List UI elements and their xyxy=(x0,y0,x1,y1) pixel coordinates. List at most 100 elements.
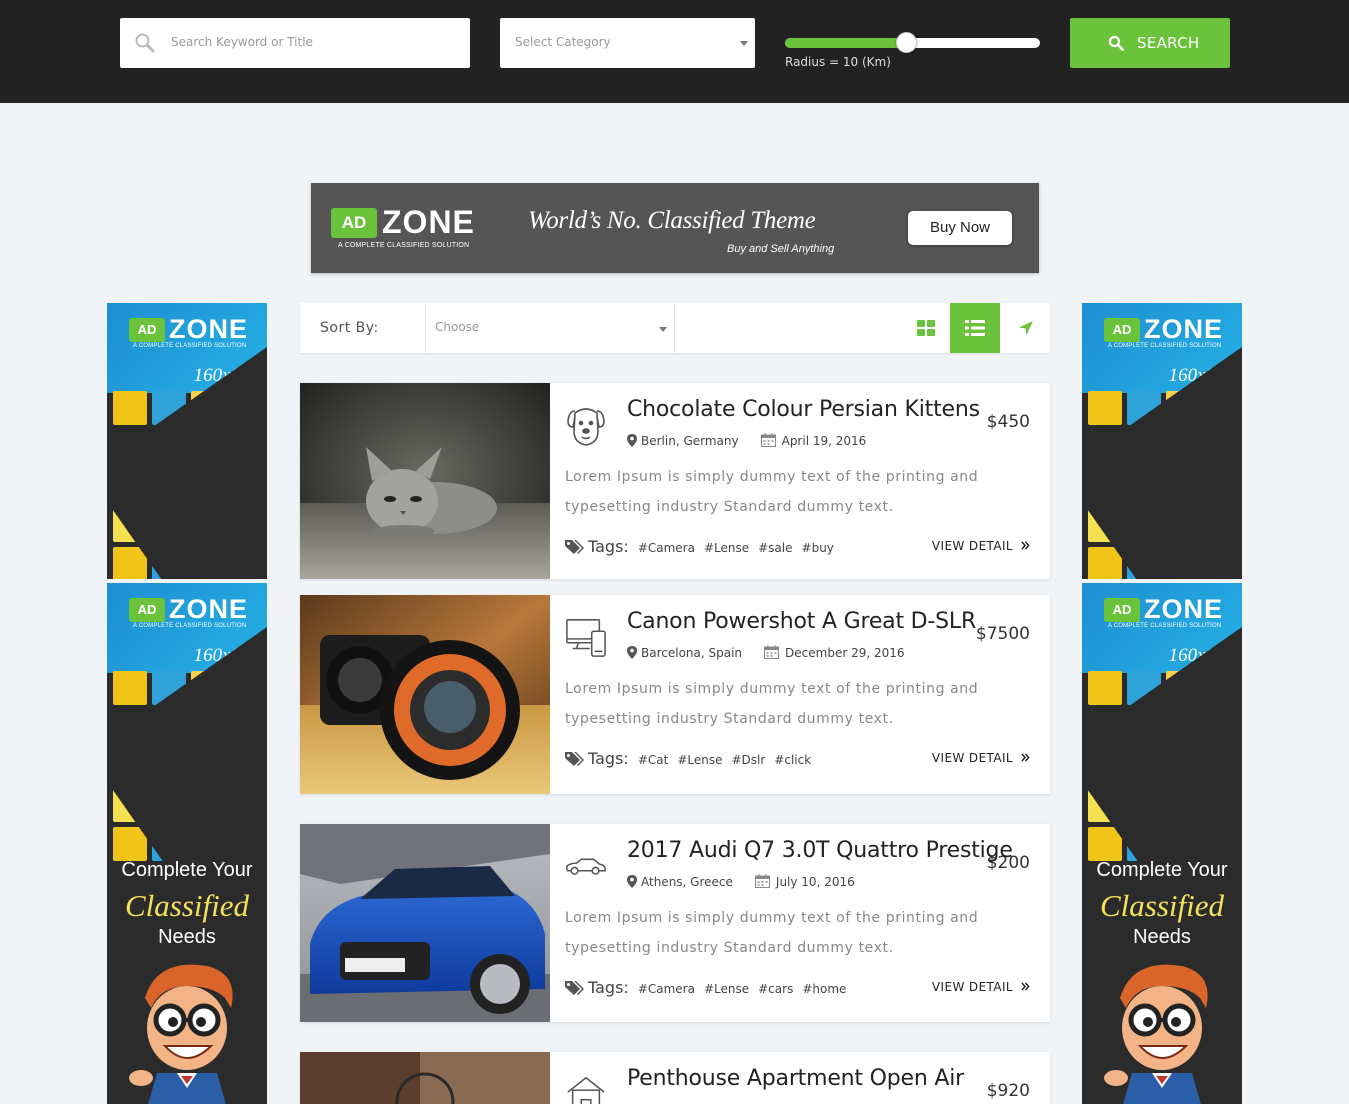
radius-slider-handle[interactable] xyxy=(896,32,917,53)
listing-title[interactable]: 2017 Audi Q7 3.0T Quattro Prestige xyxy=(627,838,1013,863)
appliance-tile xyxy=(113,391,147,425)
appliance-tile xyxy=(113,671,147,705)
tag-link[interactable]: #home xyxy=(802,982,846,996)
view-detail-link[interactable]: VIEW DETAIL xyxy=(932,980,1030,994)
double-chevron-right-icon xyxy=(1021,982,1030,991)
adzone-logo-ad: AD xyxy=(129,318,165,342)
listing-date: July 10, 2016 xyxy=(775,875,855,889)
tag-link[interactable]: #sale xyxy=(758,541,792,555)
listing-price: $450 xyxy=(976,405,1040,440)
listing-location: Barcelona, Spain xyxy=(641,646,743,660)
listing-card[interactable]: $200 2017 Audi Q7 3.0T Quattro Prestige At… xyxy=(300,824,1050,1022)
search-input[interactable]: Search Keyword or Title xyxy=(120,18,470,68)
listing-date: December 29, 2016 xyxy=(785,646,905,660)
radius-slider[interactable] xyxy=(785,32,1040,53)
tag-link[interactable]: #buy xyxy=(802,541,834,555)
tag-link[interactable]: #Dslr xyxy=(731,753,765,767)
tag-link[interactable]: #cars xyxy=(758,982,793,996)
listing-thumbnail[interactable] xyxy=(300,824,550,1022)
category-select[interactable]: Select Category xyxy=(500,18,755,68)
banner-subline: Buy and Sell Anything xyxy=(727,243,835,255)
grid-icon xyxy=(917,320,935,336)
ad-cta-line3: Needs xyxy=(158,926,216,948)
view-detail-link[interactable]: VIEW DETAIL xyxy=(932,751,1030,765)
tag-link[interactable]: #click xyxy=(774,753,811,767)
adzone-logo-tagline: A COMPLETE CLASSIFIED SOLUTION xyxy=(1108,343,1222,349)
mascot-illustration xyxy=(129,964,233,1104)
listing-price: $7500 xyxy=(965,617,1040,652)
adzone-logo-zone: ZONE xyxy=(382,204,475,240)
listing-location: Berlin, Germany xyxy=(641,434,739,448)
sort-select-value: Choose xyxy=(435,320,480,334)
listing-card[interactable]: $7500 Canon Powershot A Great D-SLR Barcel… xyxy=(300,595,1050,794)
dog-icon xyxy=(565,403,607,447)
listing-meta: Barcelona, Spain December 29, 2016 xyxy=(627,645,905,660)
tags-label: Tags: xyxy=(588,537,629,556)
listing-title[interactable]: Penthouse Apartment Open Air xyxy=(627,1066,964,1091)
calendar-icon xyxy=(754,874,770,888)
tag-link[interactable]: #Lense xyxy=(677,753,722,767)
tag-link[interactable]: #Cat xyxy=(638,753,669,767)
adzone-logo-ad: AD xyxy=(129,598,165,622)
tags-label: Tags: xyxy=(588,978,629,997)
tags-icon xyxy=(565,752,584,766)
tag-link[interactable]: #Camera xyxy=(638,541,695,555)
skyscraper-ad-right-top[interactable]: ADZONEA COMPLETE CLASSIFIED SOLUTION160x… xyxy=(1082,303,1242,579)
view-detail-label: VIEW DETAIL xyxy=(931,751,1013,765)
adzone-logo-zone: ZONE xyxy=(1144,594,1224,624)
skyscraper-ad-right-bottom[interactable]: ADZONEA COMPLETE CLASSIFIED SOLUTION160x… xyxy=(1082,583,1242,1104)
grid-view-button[interactable] xyxy=(900,303,950,353)
car-icon xyxy=(565,844,607,888)
sort-select[interactable]: Choose xyxy=(425,303,675,353)
listing-thumbnail[interactable] xyxy=(300,595,550,794)
listing-tags: Tags: #Camera #Lense #cars #home xyxy=(565,978,855,997)
list-view-button[interactable] xyxy=(950,303,1000,353)
view-detail-label: VIEW DETAIL xyxy=(931,539,1013,553)
house-icon xyxy=(565,1072,607,1104)
adzone-logo-tagline: A COMPLETE CLASSIFIED SOLUTION xyxy=(133,623,247,629)
double-chevron-right-icon xyxy=(1021,541,1030,550)
skyscraper-ad-left-top[interactable]: ADZONEA COMPLETE CLASSIFIED SOLUTION160x… xyxy=(107,303,267,579)
listing-card[interactable]: $920 Penthouse Apartment Open Air xyxy=(300,1052,1050,1104)
listing-meta: Berlin, Germany April 19, 2016 xyxy=(627,433,866,448)
devices-icon xyxy=(565,615,607,659)
listing-date: April 19, 2016 xyxy=(781,434,867,448)
ad-cta-line1: Complete Your xyxy=(121,859,253,881)
tag-link[interactable]: #Camera xyxy=(638,982,695,996)
buy-now-button[interactable]: Buy Now xyxy=(908,211,1012,245)
map-view-button[interactable] xyxy=(1000,303,1050,353)
adzone-logo-ad: AD xyxy=(1104,318,1140,342)
tags-icon xyxy=(565,981,584,995)
radius-label: Radius = 10 (Km) xyxy=(785,55,891,69)
listing-description: Lorem Ipsum is simply dummy text of the … xyxy=(565,469,979,515)
radius-slider-fill xyxy=(785,38,906,48)
adzone-logo-zone: ZONE xyxy=(169,314,249,344)
calendar-icon xyxy=(760,433,776,447)
listing-meta: Athens, Greece July 10, 2016 xyxy=(627,874,855,889)
listing-card[interactable]: $450 Chocolate Colour Persian Kittens Berl… xyxy=(300,383,1050,579)
adzone-logo-tagline: A COMPLETE CLASSIFIED SOLUTION xyxy=(338,242,470,249)
appliance-tile xyxy=(1088,391,1122,425)
adzone-logo-ad: AD xyxy=(1104,598,1140,622)
ad-cta-line1: Complete Your xyxy=(1096,859,1228,881)
skyscraper-ad-left-bottom[interactable]: ADZONEA COMPLETE CLASSIFIED SOLUTION160x… xyxy=(107,583,267,1104)
leaderboard-ad[interactable]: AD ZONE A COMPLETE CLASSIFIED SOLUTION W… xyxy=(311,183,1039,273)
tag-link[interactable]: #Lense xyxy=(704,541,749,555)
calendar-icon xyxy=(764,645,780,659)
listing-thumbnail[interactable] xyxy=(300,1052,550,1104)
listing-thumbnail[interactable] xyxy=(300,383,550,579)
listing-description: Lorem Ipsum is simply dummy text of the … xyxy=(565,681,979,727)
category-select-value: Select Category xyxy=(515,35,611,49)
listing-title[interactable]: Canon Powershot A Great D-SLR xyxy=(627,609,976,634)
search-icon xyxy=(1108,35,1124,51)
ad-cta-line3: Needs xyxy=(1133,926,1191,948)
map-pin-icon xyxy=(627,646,637,659)
tag-link[interactable]: #Lense xyxy=(704,982,749,996)
sort-bar: Sort By: Choose xyxy=(300,303,1050,353)
view-detail-link[interactable]: VIEW DETAIL xyxy=(932,539,1030,553)
listing-title[interactable]: Chocolate Colour Persian Kittens xyxy=(627,397,980,422)
search-button[interactable]: SEARCH xyxy=(1070,18,1230,68)
ad-cta-line2: Classified xyxy=(1099,888,1224,923)
map-pin-icon xyxy=(627,875,637,888)
chevron-down-icon xyxy=(740,41,748,46)
